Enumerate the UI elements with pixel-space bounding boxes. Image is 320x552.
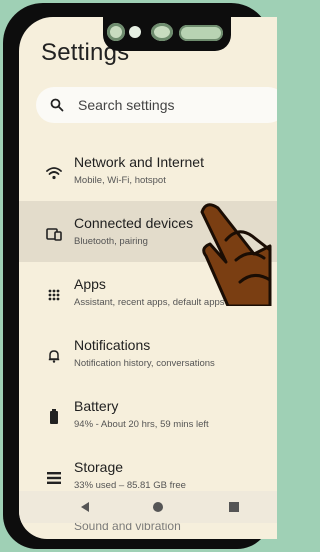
settings-item-label: Network and Internet: [74, 154, 204, 170]
settings-item-summary: Bluetooth, pairing: [74, 236, 148, 247]
settings-item-label: Storage: [74, 459, 124, 475]
settings-item-summary: Mobile, Wi-Fi, hotspot: [74, 175, 166, 186]
camera-notch: [103, 17, 231, 51]
recents-icon[interactable]: [226, 499, 242, 515]
apps-grid-icon: [45, 286, 63, 304]
home-icon[interactable]: [150, 499, 166, 515]
speaker-grille: [179, 25, 223, 41]
settings-item-summary: 94% - About 20 hrs, 59 mins left: [74, 419, 209, 430]
search-icon: [50, 98, 78, 112]
settings-item-notifications[interactable]: Notifications Notification history, conv…: [19, 323, 277, 384]
search-bar[interactable]: [36, 87, 277, 123]
camera-lens-icon: [151, 23, 173, 41]
settings-item-label: Apps: [74, 276, 106, 292]
search-input[interactable]: [78, 97, 248, 113]
settings-item-label: Battery: [74, 398, 119, 414]
wifi-icon: [45, 164, 63, 182]
settings-item-label: Notifications: [74, 337, 151, 353]
connected-devices-icon: [45, 225, 63, 243]
sensor-icon: [129, 26, 141, 38]
settings-item-summary: 33% used – 85.81 GB free: [74, 480, 186, 491]
navigation-bar: [19, 491, 277, 523]
camera-lens-icon: [107, 23, 125, 41]
bell-icon: [45, 347, 63, 365]
settings-item-label: Connected devices: [74, 215, 194, 231]
settings-item-network[interactable]: Network and Internet Mobile, Wi-Fi, hots…: [19, 140, 277, 201]
back-icon[interactable]: [77, 499, 93, 515]
settings-item-summary: Notification history, conversations: [74, 358, 215, 369]
settings-item-battery[interactable]: Battery 94% - About 20 hrs, 59 mins left: [19, 384, 277, 445]
tapping-hand-illustration: [200, 203, 272, 306]
storage-icon: [45, 469, 63, 487]
battery-icon: [45, 408, 63, 426]
